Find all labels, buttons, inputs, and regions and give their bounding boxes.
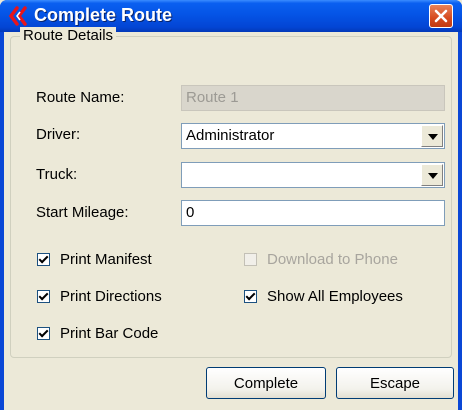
- route-name-input[interactable]: Route 1: [181, 85, 445, 111]
- route-app-icon: [8, 6, 27, 26]
- show-all-employees-check-box[interactable]: [244, 290, 257, 303]
- group-legend: Route Details: [20, 27, 117, 44]
- driver-dropdown-arrow-icon[interactable]: [421, 125, 443, 147]
- start-mileage-input[interactable]: 0: [181, 200, 445, 226]
- print-bar-code-label: Print Bar Code: [60, 325, 159, 342]
- show-all-employees-label: Show All Employees: [267, 288, 403, 305]
- show-all-employees-checkbox[interactable]: Show All Employees: [244, 288, 403, 305]
- print-manifest-label: Print Manifest: [60, 251, 152, 268]
- truck-select[interactable]: [181, 162, 445, 188]
- print-directions-checkbox[interactable]: Print Directions: [37, 288, 162, 305]
- driver-selected-value: Administrator: [186, 127, 275, 144]
- driver-select[interactable]: Administrator: [181, 123, 445, 149]
- print-bar-code-checkbox[interactable]: Print Bar Code: [37, 325, 158, 342]
- truck-dropdown-arrow-icon[interactable]: [421, 164, 443, 186]
- print-bar-code-check-box[interactable]: [37, 327, 50, 340]
- route-name-label: Route Name:: [36, 89, 125, 106]
- escape-button[interactable]: Escape: [336, 367, 454, 399]
- close-icon: [434, 9, 448, 23]
- print-directions-check-box[interactable]: [37, 290, 50, 303]
- print-directions-label: Print Directions: [60, 288, 162, 305]
- close-button[interactable]: [429, 4, 453, 28]
- truck-label: Truck:: [36, 166, 78, 183]
- print-manifest-check-box[interactable]: [37, 253, 50, 266]
- driver-label: Driver:: [36, 126, 81, 143]
- download-to-phone-label: Download to Phone: [267, 251, 398, 268]
- start-mileage-label: Start Mileage:: [36, 204, 129, 221]
- download-to-phone-checkbox: Download to Phone: [244, 251, 398, 268]
- window-title: Complete Route: [34, 5, 173, 25]
- complete-button[interactable]: Complete: [206, 367, 326, 399]
- download-to-phone-check-box: [244, 253, 257, 266]
- print-manifest-checkbox[interactable]: Print Manifest: [37, 251, 152, 268]
